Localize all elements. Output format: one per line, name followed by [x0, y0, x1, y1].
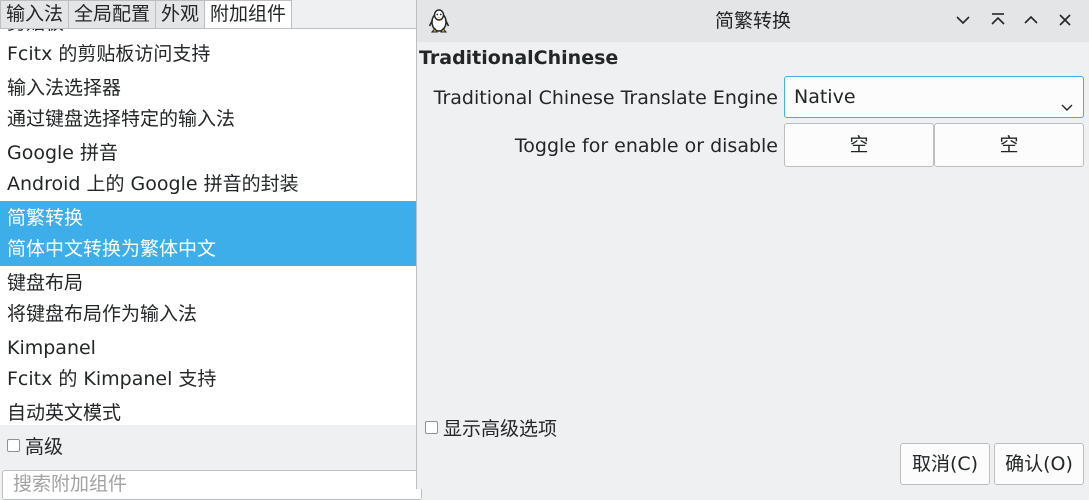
addon-desc: Fcitx 的 Kimpanel 支持 [7, 368, 217, 390]
section-title: TraditionalChinese [419, 47, 619, 69]
list-item[interactable]: Kimpanel Fcitx 的 Kimpanel 支持 [0, 331, 416, 396]
advanced-checkbox[interactable] [7, 438, 20, 452]
title-bar[interactable]: 简繁转换 [417, 0, 1089, 42]
ok-button[interactable]: 确认(O) [994, 443, 1084, 485]
list-item[interactable]: 键盘布局 将键盘布局作为输入法 [0, 266, 416, 331]
tab-addons[interactable]: 附加组件 [204, 0, 293, 28]
engine-label: Traditional Chinese Translate Engine [433, 87, 778, 109]
toggle-label: Toggle for enable or disable [514, 135, 778, 157]
addon-name: 输入法选择器 [7, 77, 122, 99]
keep-above-icon[interactable] [987, 9, 1009, 31]
minimize-icon[interactable] [952, 9, 974, 31]
advanced-checkbox-row[interactable]: 高级 [7, 432, 63, 458]
show-advanced-label: 显示高级选项 [443, 417, 558, 440]
close-icon[interactable] [1054, 9, 1076, 31]
addon-name: 键盘布局 [7, 272, 84, 294]
list-item[interactable]: 自动英文模式 [0, 396, 416, 425]
addon-config-dialog: 简繁转换 TraditionalChinese Traditional Chin… [416, 0, 1089, 489]
addon-desc: Fcitx 的剪贴板访问支持 [7, 43, 211, 65]
hotkey-button-1[interactable]: 空 [784, 123, 934, 167]
show-advanced-checkbox[interactable] [425, 420, 438, 434]
tab-global-config[interactable]: 全局配置 [68, 0, 157, 28]
addon-name: Kimpanel [7, 337, 96, 359]
tab-bar: 输入法 全局配置 外观 附加组件 [0, 0, 293, 28]
list-item-selected[interactable]: 简繁转换 简体中文转换为繁体中文 [0, 201, 416, 266]
show-advanced-row[interactable]: 显示高级选项 [425, 414, 557, 440]
tab-appearance[interactable]: 外观 [155, 0, 206, 28]
addon-desc: 简体中文转换为繁体中文 [7, 238, 217, 260]
addon-name: Google 拼音 [7, 142, 119, 164]
hotkey-button-2[interactable]: 空 [934, 123, 1084, 167]
list-item[interactable]: 剪贴板 Fcitx 的剪贴板访问支持 [0, 29, 416, 71]
search-input[interactable]: 搜索附加组件 [2, 470, 422, 500]
addon-name: 简繁转换 [7, 207, 84, 229]
addon-desc: Android 上的 Google 拼音的封装 [7, 173, 299, 195]
maximize-icon[interactable] [1020, 9, 1042, 31]
advanced-label: 高级 [25, 435, 64, 458]
list-item[interactable]: Google 拼音 Android 上的 Google 拼音的封装 [0, 136, 416, 201]
tab-input-method[interactable]: 输入法 [0, 0, 70, 28]
config-window: 输入法 全局配置 外观 附加组件 剪贴板 Fcitx 的剪贴板访问支持 输入法选… [0, 0, 422, 500]
addon-desc: 将键盘布局作为输入法 [7, 303, 198, 325]
cancel-button[interactable]: 取消(C) [900, 443, 990, 485]
engine-value: Native [794, 86, 856, 108]
list-item[interactable]: 输入法选择器 通过键盘选择特定的输入法 [0, 71, 416, 136]
engine-select[interactable]: Native [784, 76, 1084, 118]
addon-name: 剪贴板 [7, 29, 416, 39]
chevron-down-icon [1059, 89, 1075, 111]
addon-name: 自动英文模式 [7, 402, 122, 424]
addon-list[interactable]: 剪贴板 Fcitx 的剪贴板访问支持 输入法选择器 通过键盘选择特定的输入法 G… [0, 28, 416, 425]
addon-desc: 通过键盘选择特定的输入法 [7, 108, 236, 130]
